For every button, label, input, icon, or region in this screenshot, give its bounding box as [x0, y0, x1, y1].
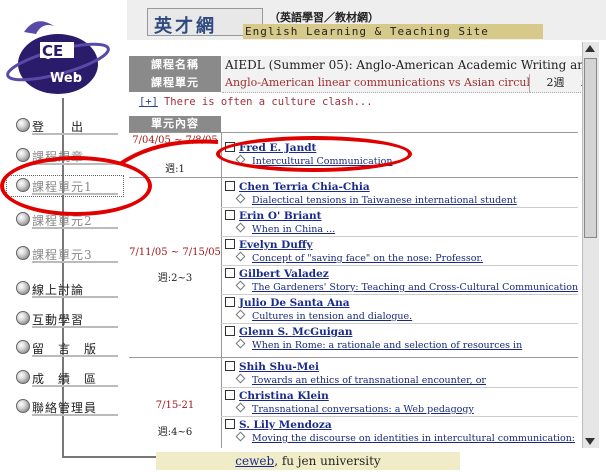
nav-ball-icon [16, 281, 30, 295]
diamond-bullet-icon [235, 251, 246, 262]
checkbox-icon[interactable] [225, 181, 235, 191]
nav-logout[interactable]: 登 出 [16, 116, 120, 136]
checkbox-icon[interactable] [225, 297, 235, 307]
author-link[interactable]: Glenn S. McGuigan [239, 326, 352, 338]
footer: ceweb, fu jen university [156, 452, 460, 470]
ceweb-logo: CE Web [6, 21, 110, 94]
topic-link[interactable]: Moving the discourse on identities in in… [252, 433, 575, 444]
nav-course-unit-3[interactable]: 課程單元3 [16, 244, 120, 264]
scroll-thumb[interactable] [584, 58, 597, 238]
author-link[interactable]: Shih Shu-Mei [239, 361, 319, 373]
nav-course-unit-2[interactable]: 課程單元2 [16, 210, 120, 230]
author-link[interactable]: Evelyn Duffy [239, 239, 313, 251]
week-number: 週:4~6 [157, 427, 193, 438]
author-link[interactable]: Gilbert Valadez [239, 268, 329, 280]
course-unit-label: 課程單元 [129, 74, 221, 92]
nav-ball-icon [16, 118, 30, 132]
course-unit-value: Anglo-American linear communications vs … [222, 74, 582, 93]
checkbox-icon[interactable] [225, 239, 235, 249]
topic-link[interactable]: Transnational conversations: a Web pedag… [252, 404, 474, 415]
author-link[interactable]: Chen Terria Chia-Chia [239, 181, 370, 193]
main-content: 課程名稱 AIEDL (Summer 05): Anglo-American A… [127, 42, 582, 448]
site-header: 英才網 （英語學習／教材網） English Learning & Teachi… [127, 0, 606, 40]
checkbox-icon[interactable] [225, 268, 235, 278]
topic-link[interactable]: When in China ... [252, 224, 335, 235]
scroll-up-icon[interactable] [585, 45, 595, 52]
site-subtitle: （英語學習／教材網） [269, 11, 379, 24]
nav-ball-icon [16, 178, 30, 192]
checkbox-icon[interactable] [225, 210, 235, 220]
diamond-bullet-icon [235, 193, 246, 204]
week-date: 7/15-21 [155, 400, 195, 411]
highlight-curve [118, 139, 219, 166]
author-link[interactable]: S. Lily Mendoza [239, 419, 332, 431]
diamond-bullet-icon [235, 280, 246, 291]
left-navigation: CE Web 登 出 課程規章 課程單元1 課程單元2 課程單元3 線上討論 互… [0, 0, 212, 472]
nav-ball-icon [16, 311, 30, 325]
diamond-bullet-icon [235, 222, 246, 233]
topic-link[interactable]: Concept of "saving face" on the nose: Pr… [252, 253, 483, 264]
unit-content-label: 單元內容 [129, 116, 221, 132]
nav-interactive-learning[interactable]: 互動學習 [16, 309, 120, 329]
culture-clash-row: [+] There is often a culture clash... [139, 96, 373, 108]
scroll-down-icon[interactable] [585, 438, 595, 445]
site-english-title: English Learning & Teaching Site [245, 25, 489, 38]
diamond-bullet-icon [235, 338, 246, 349]
diamond-bullet-icon [235, 402, 246, 413]
nav-ball-icon [16, 370, 30, 384]
diamond-bullet-icon [235, 309, 246, 320]
course-name-value: AIEDL (Summer 05): Anglo-American Academ… [222, 56, 582, 75]
logo-web-text: Web [50, 71, 82, 86]
author-link[interactable]: Julio De Santa Ana [239, 297, 350, 309]
checkbox-icon[interactable] [225, 326, 235, 336]
checkbox-icon[interactable] [225, 361, 235, 371]
nav-ball-icon [16, 148, 30, 162]
diamond-bullet-icon [235, 431, 246, 442]
expand-toggle[interactable]: [+] [139, 96, 158, 108]
nav-course-rules[interactable]: 課程規章 [16, 146, 120, 166]
nav-online-discussion[interactable]: 線上討論 [16, 279, 120, 299]
nav-grades[interactable]: 成 績 區 [16, 368, 120, 388]
diamond-bullet-icon [235, 373, 246, 384]
week-number: 週:2~3 [157, 273, 193, 284]
footer-ceweb-link[interactable]: ceweb [235, 454, 274, 468]
nav-ball-icon [16, 212, 30, 226]
topic-link[interactable]: Intercultural Communication [252, 156, 393, 167]
site-english-banner: English Learning & Teaching Site [243, 24, 543, 39]
diamond-bullet-icon [235, 154, 246, 165]
nav-ball-icon [16, 246, 30, 260]
nav-contact-admin[interactable]: 聯絡管理員 [16, 397, 120, 417]
checkbox-icon[interactable] [225, 390, 235, 400]
nav-message-board[interactable]: 留 言 版 [16, 338, 120, 358]
week-date: 7/11/05 ~ 7/15/05 [129, 247, 221, 258]
topic-link[interactable]: Dialectical tensions in Taiwanese intern… [252, 195, 517, 206]
author-link[interactable]: Christina Klein [239, 390, 329, 402]
course-name-label: 課程名稱 [129, 56, 221, 74]
topic-link[interactable]: Towards an ethics of transnational encou… [252, 375, 486, 386]
nav-course-unit-1[interactable]: 課程單元1 [6, 175, 124, 197]
footer-text: , fu jen university [274, 454, 381, 468]
checkbox-icon[interactable] [225, 419, 235, 429]
unit-weeks: 2週 [529, 74, 581, 93]
topic-link[interactable]: The Gardeners' Story: Teaching and Cross… [252, 282, 578, 293]
topic-link[interactable]: When in Rome: a rationale and selection … [252, 340, 522, 351]
author-link[interactable]: Erin O' Briant [239, 210, 322, 222]
topic-link[interactable]: Cultures in tension and dialogue. [252, 311, 412, 322]
week-block: 7/11/05 ~ 7/15/05 週:2~3 Chen Terria Chia… [129, 177, 578, 358]
week-block: 7/15-21 週:4~6 Shih Shu-Mei Towards an et… [129, 357, 578, 448]
site-title: 英才網 [154, 16, 217, 37]
nav-ball-icon [16, 340, 30, 354]
culture-clash-text: There is often a culture clash... [163, 96, 373, 108]
vertical-scrollbar[interactable] [582, 42, 599, 448]
unit-content-table: 7/04/05 ~ 7/8/05 週:1 Fred E. Jandt Inter… [129, 132, 578, 448]
svg-text:CE: CE [42, 42, 63, 60]
author-link[interactable]: Fred E. Jandt [239, 142, 316, 154]
nav-ball-icon [16, 399, 30, 413]
